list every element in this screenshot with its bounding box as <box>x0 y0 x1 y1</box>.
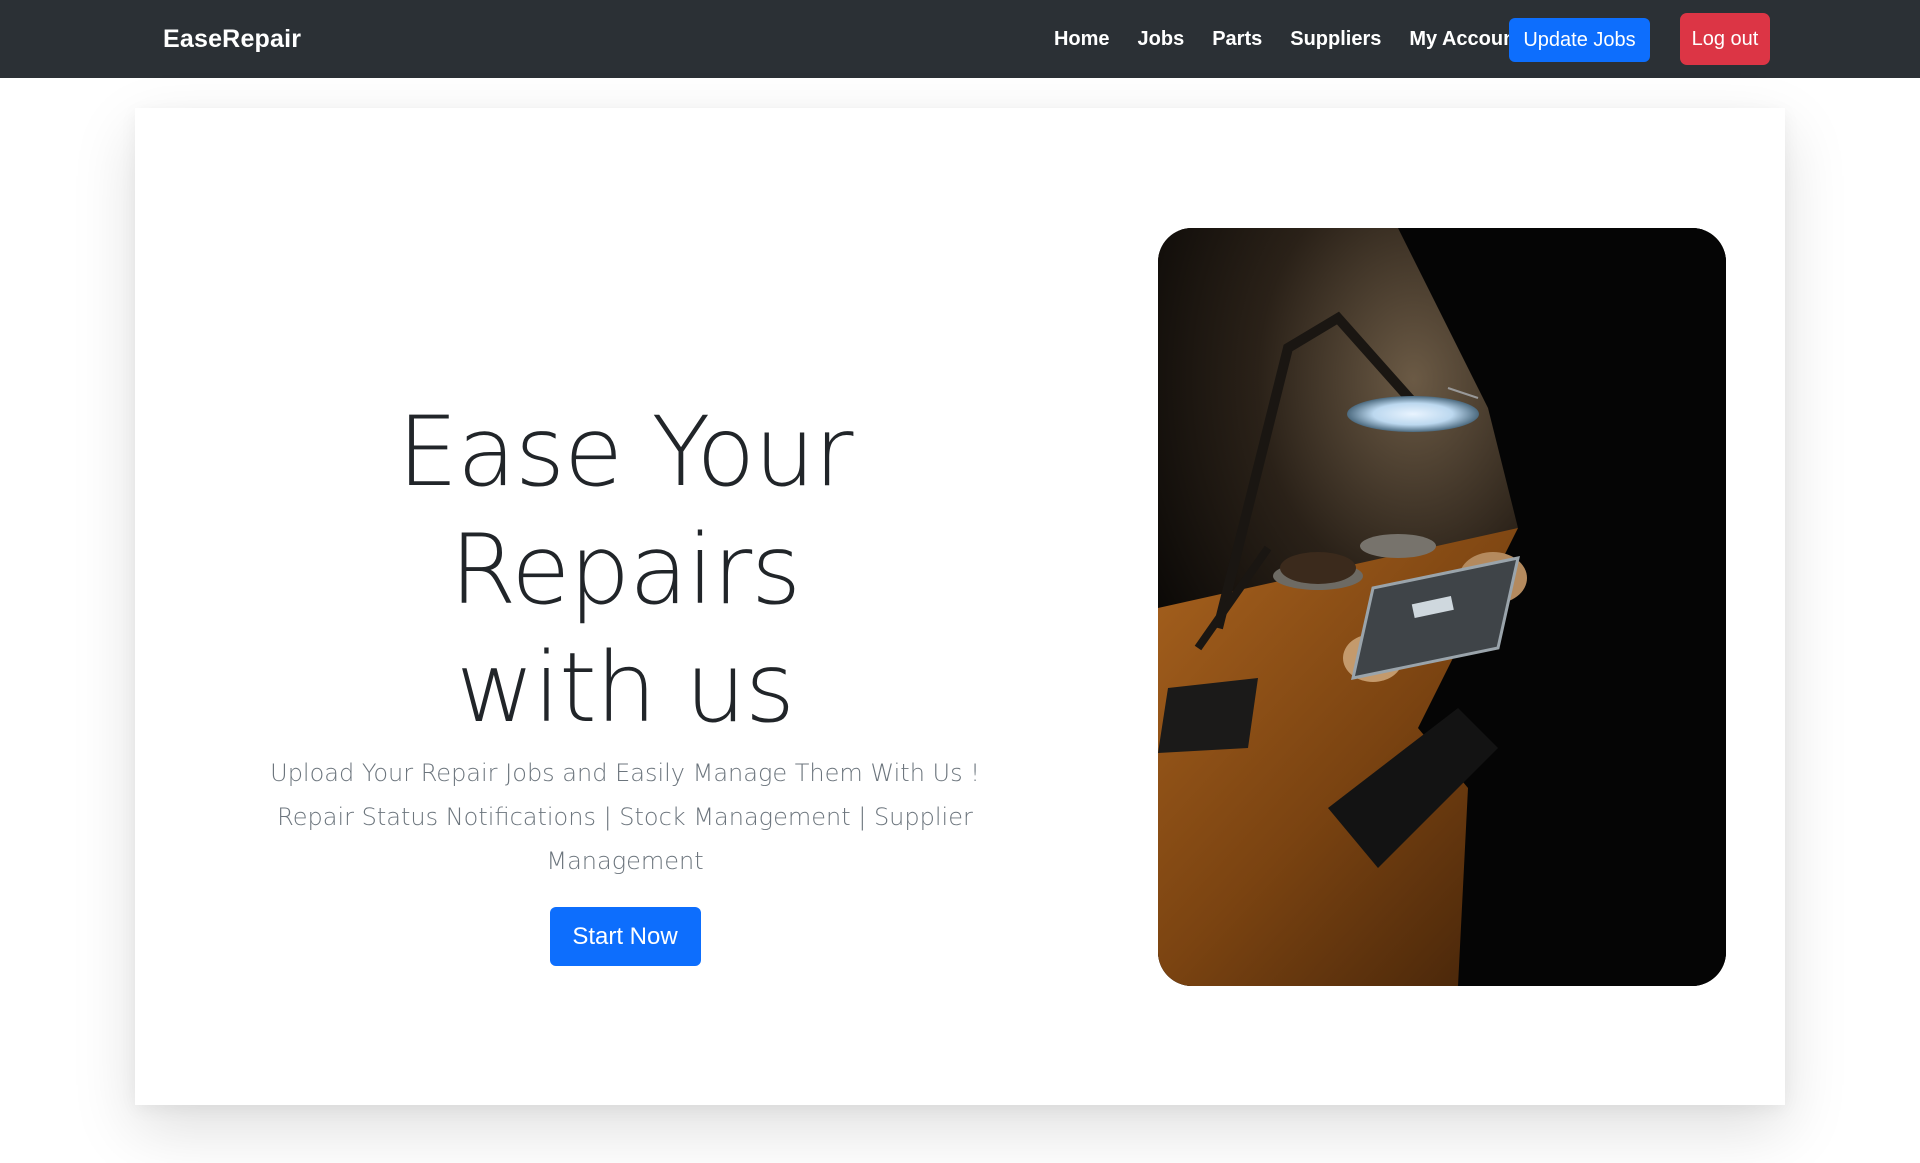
nav-link-home[interactable]: Home <box>1054 26 1110 52</box>
hero-title-line1: Ease Your Repairs <box>397 396 853 626</box>
nav-link-jobs[interactable]: Jobs <box>1138 26 1185 52</box>
start-now-button[interactable]: Start Now <box>549 907 701 966</box>
nav-link-my-account[interactable]: My Account <box>1409 26 1522 52</box>
brand-logo[interactable]: EaseRepair <box>163 24 301 54</box>
phone-repair-illustration <box>1158 228 1726 986</box>
phone-repair-photo <box>1158 228 1726 986</box>
hero-title: Ease Your Repairs with us <box>225 393 1025 747</box>
hero-features: Repair Status Notifications | Stock Mana… <box>277 803 973 875</box>
nav-link-suppliers[interactable]: Suppliers <box>1290 26 1381 52</box>
hero-card: Ease Your Repairs with us Upload Your Re… <box>135 108 1785 1105</box>
nav-link-parts[interactable]: Parts <box>1212 26 1262 52</box>
hero-text: Ease Your Repairs with us Upload Your Re… <box>225 393 1025 966</box>
hero-title-line2: with us <box>455 632 795 744</box>
update-jobs-button[interactable]: Update Jobs <box>1509 18 1650 62</box>
hero-subtitle: Upload Your Repair Jobs and Easily Manag… <box>270 759 980 787</box>
logout-button[interactable]: Log out <box>1680 13 1770 65</box>
top-navbar: EaseRepair Home Jobs Parts Suppliers My … <box>0 0 1920 78</box>
nav-links: Home Jobs Parts Suppliers My Account <box>1054 26 1522 52</box>
